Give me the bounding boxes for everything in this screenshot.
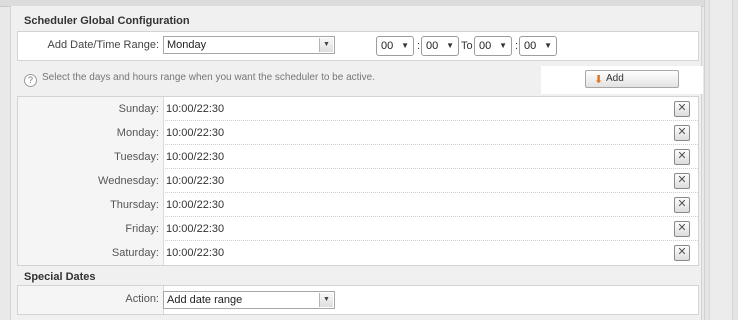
special-dates-title: Special Dates <box>24 271 96 283</box>
add-range-label: Add Date/Time Range: <box>47 39 159 51</box>
days-table: Sunday: 10:00/22:30 ✕ Monday: 10:00/22:3… <box>17 96 699 266</box>
day-label: Sunday: <box>18 97 164 121</box>
day-label: Saturday: <box>18 241 164 265</box>
table-row: Friday: 10:00/22:30 ✕ <box>18 217 698 241</box>
day-label: Thursday: <box>18 193 164 217</box>
chevron-down-icon: ▼ <box>544 41 552 50</box>
delete-range-button[interactable]: ✕ <box>674 125 690 141</box>
day-range: 10:00/22:30 <box>166 151 225 163</box>
delete-range-button[interactable]: ✕ <box>674 221 690 237</box>
to-minute-select[interactable]: 00 ▼ <box>519 36 557 56</box>
from-minute-select[interactable]: 00 ▼ <box>421 36 459 56</box>
close-x-icon: ✕ <box>677 246 687 258</box>
close-x-icon: ✕ <box>677 198 687 210</box>
right-scroll-track[interactable] <box>709 0 733 320</box>
day-label: Wednesday: <box>18 169 164 193</box>
add-area: ⬇ Add <box>541 66 703 94</box>
hint-text: Select the days and hours range when you… <box>42 72 375 83</box>
close-x-icon: ✕ <box>677 102 687 114</box>
table-row: Thursday: 10:00/22:30 ✕ <box>18 193 698 217</box>
scheduler-panel: Scheduler Global Configuration Add Date/… <box>10 6 703 320</box>
day-range: 10:00/22:30 <box>166 247 225 259</box>
to-hour-select[interactable]: 00 ▼ <box>474 36 512 56</box>
time-colon: : <box>417 40 421 52</box>
close-x-icon: ✕ <box>677 150 687 162</box>
chevron-down-icon: ▼ <box>319 293 333 307</box>
delete-range-button[interactable]: ✕ <box>674 197 690 213</box>
day-range: 10:00/22:30 <box>166 127 225 139</box>
day-range: 10:00/22:30 <box>166 199 225 211</box>
from-hour-value: 00 <box>381 40 394 52</box>
action-select-value: Add date range <box>167 294 243 306</box>
day-range: 10:00/22:30 <box>166 223 225 235</box>
delete-range-button[interactable]: ✕ <box>674 149 690 165</box>
to-hour-value: 00 <box>479 40 492 52</box>
delete-range-button[interactable]: ✕ <box>674 245 690 261</box>
special-action-row: Action: Add date range ▼ <box>17 285 699 315</box>
close-x-icon: ✕ <box>677 126 687 138</box>
day-label: Monday: <box>18 121 164 145</box>
question-icon: ? <box>24 74 37 87</box>
table-row: Tuesday: 10:00/22:30 ✕ <box>18 145 698 169</box>
right-scroll-rail <box>704 0 738 320</box>
add-arrow-icon: ⬇ <box>594 74 604 86</box>
delete-range-button[interactable]: ✕ <box>674 173 690 189</box>
table-row: Wednesday: 10:00/22:30 ✕ <box>18 169 698 193</box>
day-range: 10:00/22:30 <box>166 175 225 187</box>
chevron-down-icon: ▼ <box>319 38 333 52</box>
scheduler-title: Scheduler Global Configuration <box>24 15 190 27</box>
table-row: Sunday: 10:00/22:30 ✕ <box>18 97 698 121</box>
chevron-down-icon: ▼ <box>499 41 507 50</box>
add-button[interactable]: ⬇ Add <box>585 70 679 88</box>
delete-range-button[interactable]: ✕ <box>674 101 690 117</box>
to-label: To <box>461 40 473 52</box>
add-range-row: Add Date/Time Range: Monday ▼ 00 ▼ : 00 … <box>17 31 699 61</box>
close-x-icon: ✕ <box>677 222 687 234</box>
from-hour-select[interactable]: 00 ▼ <box>376 36 414 56</box>
day-select-value: Monday <box>167 39 207 51</box>
chevron-down-icon: ▼ <box>446 41 454 50</box>
time-colon: : <box>515 40 519 52</box>
day-label: Friday: <box>18 217 164 241</box>
from-minute-value: 00 <box>426 40 439 52</box>
action-label: Action: <box>18 286 164 314</box>
add-button-label: Add <box>606 73 624 84</box>
table-row: Saturday: 10:00/22:30 ✕ <box>18 241 698 265</box>
close-x-icon: ✕ <box>677 174 687 186</box>
day-select[interactable]: Monday ▼ <box>163 36 335 54</box>
action-select[interactable]: Add date range ▼ <box>163 291 335 309</box>
day-range: 10:00/22:30 <box>166 103 225 115</box>
hint-bar: ? Select the days and hours range when y… <box>17 66 703 94</box>
to-minute-value: 00 <box>524 40 537 52</box>
day-label: Tuesday: <box>18 145 164 169</box>
chevron-down-icon: ▼ <box>401 41 409 50</box>
table-row: Monday: 10:00/22:30 ✕ <box>18 121 698 145</box>
